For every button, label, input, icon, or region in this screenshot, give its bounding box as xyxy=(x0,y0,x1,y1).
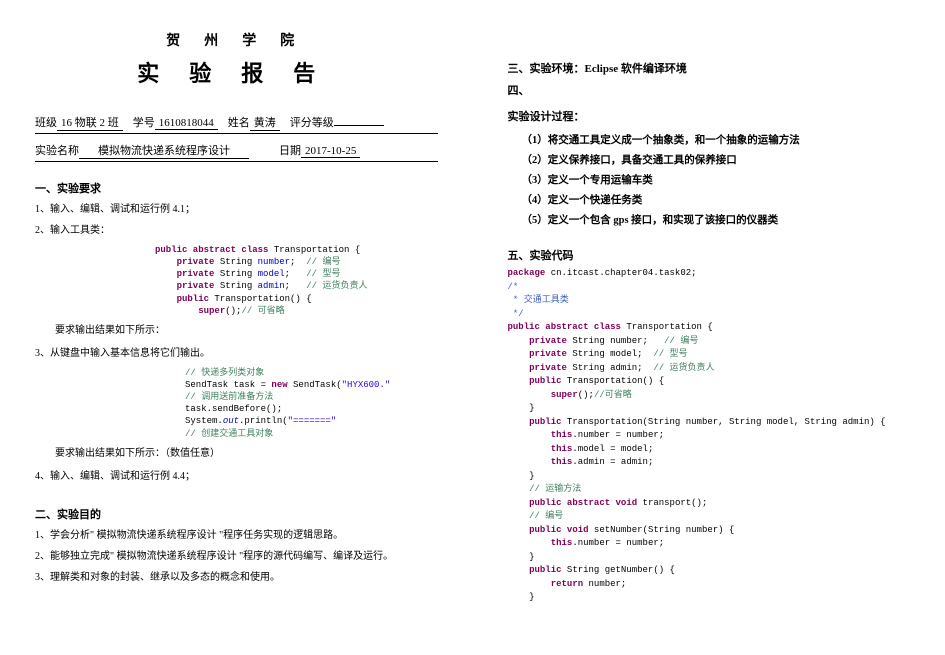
page-left: 贺州学院 实验报告 班级 16 物联 2 班 学号 1610818044 姓名 … xyxy=(0,0,473,655)
sec2-line3: 3、理解类和对象的封装、继承以及多态的概念和使用。 xyxy=(35,570,438,585)
section-1-head: 一、实验要求 xyxy=(35,180,438,196)
section-5-head: 五、实验代码 xyxy=(508,247,911,263)
section-2-head: 二、实验目的 xyxy=(35,506,438,522)
design-step-1: （1）将交通工具定义成一个抽象类，和一个抽象的运输方法 xyxy=(522,132,911,147)
class-label: 班级 xyxy=(35,114,57,130)
exp-name-value: 模拟物流快递系统程序设计 xyxy=(79,142,249,159)
code-block-3: package cn.itcast.chapter04.task02; /* *… xyxy=(508,267,911,605)
class-value: 16 物联 2 班 xyxy=(57,114,123,131)
name-value: 黄涛 xyxy=(250,114,280,131)
school-name: 贺州学院 xyxy=(35,30,438,50)
code-block-2: // 快递多列类对象 SendTask task = new SendTask(… xyxy=(185,367,438,440)
info-row-1: 班级 16 物联 2 班 学号 1610818044 姓名 黄涛 评分等级 xyxy=(35,114,438,134)
name-label: 姓名 xyxy=(228,114,250,130)
design-step-4: （4）定义一个快递任务类 xyxy=(522,192,911,207)
section-4-head: 四、 xyxy=(508,82,911,98)
student-no-value: 1610818044 xyxy=(155,117,218,130)
student-no-label: 学号 xyxy=(133,114,155,130)
date-label: 日期 xyxy=(279,142,301,158)
sec2-line2: 2、能够独立完成" 模拟物流快递系统程序设计 "程序的源代码编写、编译及运行。 xyxy=(35,549,438,564)
report-title: 实验报告 xyxy=(35,56,438,88)
page-right: 三、实验环境：Eclipse 软件编译环境 四、 实验设计过程： （1）将交通工… xyxy=(473,0,945,655)
date-value: 2017-10-25 xyxy=(301,145,360,158)
sec1-line1: 1、输入、编辑、调试和运行例 4.1； xyxy=(35,202,438,217)
design-step-2: （2）定义保养接口，具备交通工具的保养接口 xyxy=(522,152,911,167)
sec1-line2: 2、输入工具类： xyxy=(35,223,438,238)
grade-value xyxy=(334,125,384,126)
grade-label: 评分等级 xyxy=(290,114,334,130)
design-step-3: （3）定义一个专用运输车类 xyxy=(522,172,911,187)
sec1-output-label1: 要求输出结果如下所示： xyxy=(55,323,438,338)
sec1-line3: 3、从键盘中输入基本信息将它们输出。 xyxy=(35,346,438,361)
section-3-head: 三、实验环境：Eclipse 软件编译环境 xyxy=(508,60,911,76)
design-step-5: （5）定义一个包含 gps 接口，和实现了该接口的仪器类 xyxy=(522,212,911,227)
sec2-line1: 1、学会分析" 模拟物流快递系统程序设计 "程序任务实现的逻辑思路。 xyxy=(35,528,438,543)
code-block-1: public abstract class Transportation { p… xyxy=(155,244,438,317)
exp-name-label: 实验名称 xyxy=(35,142,79,158)
design-head: 实验设计过程： xyxy=(508,108,911,124)
sec1-output-label2: 要求输出结果如下所示：（数值任意） xyxy=(55,446,438,461)
sec1-line4: 4、输入、编辑、调试和运行例 4.4； xyxy=(35,469,438,484)
info-row-2: 实验名称 模拟物流快递系统程序设计 日期 2017-10-25 xyxy=(35,142,438,162)
